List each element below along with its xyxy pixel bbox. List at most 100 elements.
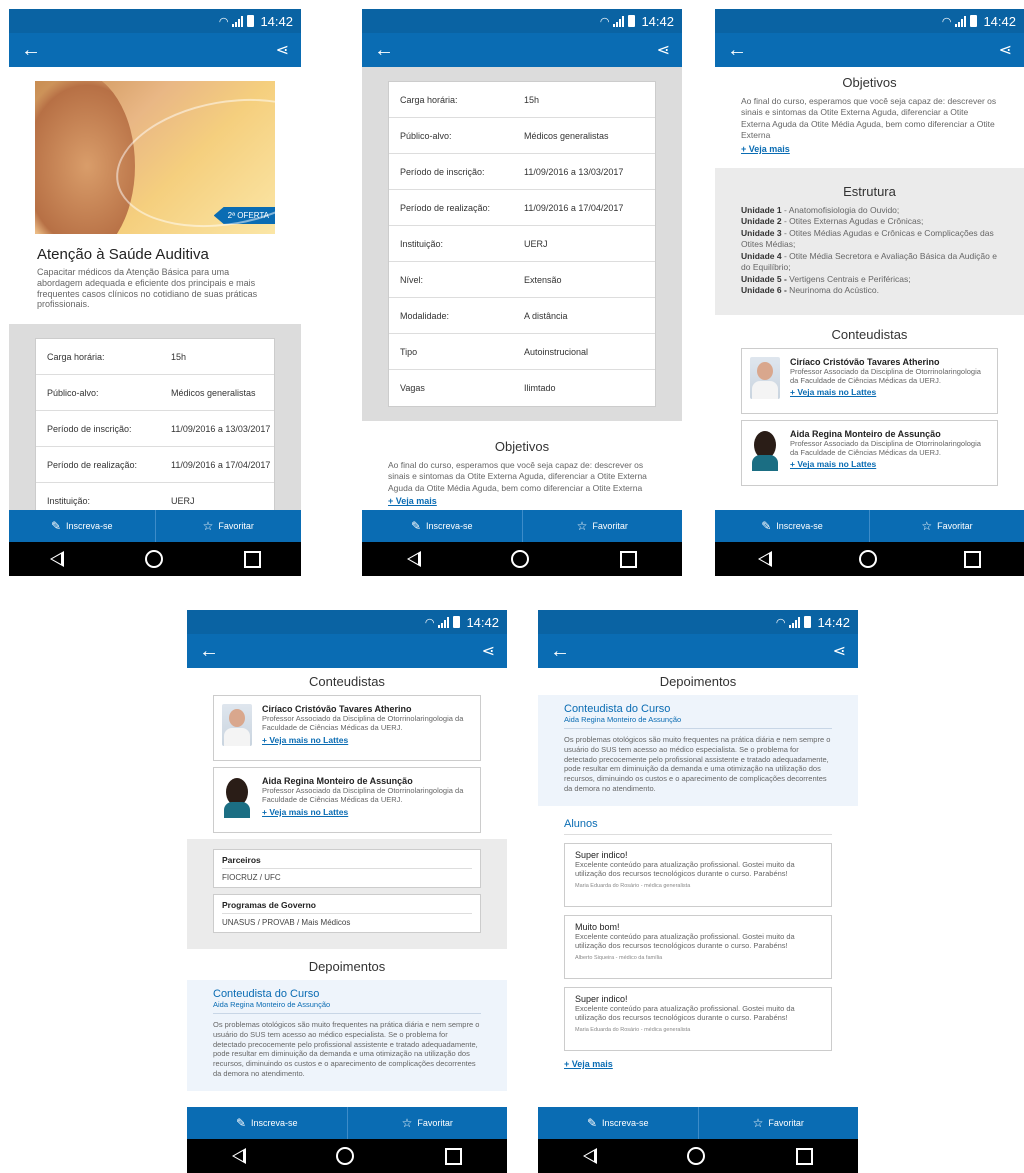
partners-panel: Parceiros FIOCRUZ / UFC Programas de Gov… bbox=[187, 839, 507, 949]
bottom-action-bar: ✎ Inscreva-se ☆ Favoritar bbox=[538, 1107, 858, 1139]
status-time: 14:42 bbox=[641, 13, 674, 29]
objectives-more-link[interactable]: + Veja mais bbox=[741, 144, 998, 154]
back-arrow-icon[interactable]: ← bbox=[374, 39, 394, 62]
detail-value: Autoinstrucional bbox=[524, 346, 589, 357]
nav-home-icon[interactable] bbox=[144, 550, 163, 568]
favorite-button[interactable]: ☆ Favoritar bbox=[699, 1107, 859, 1139]
bottom-action-bar: ✎ Inscreva-se ☆ Favoritar bbox=[362, 510, 682, 542]
screen-course-structure: ◠ 14:42 ← ⋖ Objetivos Ao final do curso,… bbox=[715, 9, 1024, 576]
testimonials-more-link[interactable]: + Veja mais bbox=[564, 1059, 832, 1069]
nav-home-icon[interactable] bbox=[336, 1147, 355, 1165]
detail-label: Instituição: bbox=[400, 238, 444, 249]
unit-item: Unidade 5 - Vertigens Centrais e Perifér… bbox=[741, 274, 998, 285]
detail-value: A distância bbox=[524, 310, 568, 321]
author-lattes-link[interactable]: + Veja mais no Lattes bbox=[262, 735, 472, 745]
favorite-label: Favoritar bbox=[768, 1118, 804, 1128]
nav-back-icon[interactable] bbox=[583, 1148, 598, 1164]
favorite-button[interactable]: ☆ Favoritar bbox=[870, 510, 1024, 542]
back-arrow-icon[interactable]: ← bbox=[21, 39, 41, 62]
android-nav-bar bbox=[362, 542, 682, 576]
nav-back-icon[interactable] bbox=[49, 551, 64, 567]
share-icon[interactable]: ⋖ bbox=[657, 40, 670, 60]
enroll-button[interactable]: ✎ Inscreva-se bbox=[362, 510, 523, 542]
testimonial-author: Maria Eduarda do Rosário - médica genera… bbox=[575, 883, 691, 889]
back-arrow-icon[interactable]: ← bbox=[550, 640, 570, 663]
author-lattes-link[interactable]: + Veja mais no Lattes bbox=[790, 387, 989, 397]
offer-badge: 2ª OFERTA bbox=[213, 207, 275, 224]
screen-course-authors: ◠ 14:42 ← ⋖ Conteudistas Ciríaco Cristóv… bbox=[187, 610, 507, 1173]
detail-row: Período de realização: 11/09/2016 a 17/04… bbox=[36, 447, 274, 484]
nav-home-icon[interactable] bbox=[687, 1147, 706, 1165]
unit-name: Unidade 1 bbox=[741, 204, 782, 215]
nav-recent-icon[interactable] bbox=[795, 1147, 813, 1165]
objectives-text: Ao final do curso, esperamos que você se… bbox=[388, 460, 647, 493]
author-testimonial-title: Conteudista do Curso bbox=[564, 703, 671, 715]
testimonials-title: Depoimentos bbox=[308, 959, 386, 974]
unit-item: Unidade 3 - Otites Médias Agudas e Crôni… bbox=[741, 228, 998, 251]
detail-row: Período de inscrição: 11/09/2016 a 13/03/… bbox=[36, 411, 274, 448]
objectives-text: Ao final do curso, esperamos que você se… bbox=[741, 96, 997, 141]
screen-course-details: ◠ 14:42 ← ⋖ Carga horária: 15h Público-al… bbox=[362, 9, 682, 576]
author-description: Professor Associado da Disciplina de Oto… bbox=[262, 714, 464, 733]
share-icon[interactable]: ⋖ bbox=[482, 641, 495, 661]
star-outline-icon: ☆ bbox=[921, 519, 933, 533]
favorite-button[interactable]: ☆ Favoritar bbox=[156, 510, 302, 542]
favorite-button[interactable]: ☆ Favoritar bbox=[523, 510, 683, 542]
screen-course-testimonials: ◠ 14:42 ← ⋖ Depoimentos Conteudista do C… bbox=[538, 610, 858, 1173]
wifi-icon: ◠ bbox=[599, 15, 610, 28]
share-icon[interactable]: ⋖ bbox=[276, 40, 289, 60]
detail-label: Tipo bbox=[400, 346, 418, 357]
programs-box: Programas de Governo UNASUS / PROVAB / M… bbox=[213, 894, 481, 933]
share-icon[interactable]: ⋖ bbox=[833, 641, 846, 661]
objectives-more-link[interactable]: + Veja mais bbox=[388, 496, 656, 506]
programs-value: UNASUS / PROVAB / Mais Médicos bbox=[222, 918, 351, 927]
enroll-button[interactable]: ✎ Inscreva-se bbox=[538, 1107, 699, 1139]
details-card: Carga horária: 15h Público-alvo: Médicos g… bbox=[388, 81, 656, 407]
unit-text: - Otites Externas Agudas e Crônicas; bbox=[781, 216, 924, 227]
android-nav-bar bbox=[187, 1139, 507, 1173]
author-photo bbox=[750, 356, 780, 399]
partners-label: Parceiros bbox=[222, 855, 472, 869]
testimonials-title: Depoimentos bbox=[659, 674, 737, 689]
edit-form-icon: ✎ bbox=[586, 1116, 598, 1130]
author-lattes-link[interactable]: + Veja mais no Lattes bbox=[262, 807, 472, 817]
author-description: Professor Associado da Disciplina de Oto… bbox=[262, 786, 464, 805]
nav-recent-icon[interactable] bbox=[963, 550, 981, 568]
nav-back-icon[interactable] bbox=[407, 551, 422, 567]
detail-row: Público-alvo: Médicos generalistas bbox=[389, 118, 655, 154]
nav-back-icon[interactable] bbox=[232, 1148, 247, 1164]
author-lattes-link[interactable]: + Veja mais no Lattes bbox=[790, 459, 989, 469]
testimonial-text: Excelente conteúdo para atualização prof… bbox=[575, 931, 795, 951]
enroll-button[interactable]: ✎ Inscreva-se bbox=[187, 1107, 348, 1139]
enroll-button[interactable]: ✎ Inscreva-se bbox=[9, 510, 156, 542]
nav-home-icon[interactable] bbox=[858, 550, 877, 568]
student-testimonial: Super indico! Excelente conteúdo para at… bbox=[564, 842, 832, 907]
star-outline-icon: ☆ bbox=[202, 519, 214, 533]
signal-icon bbox=[232, 15, 244, 27]
nav-back-icon[interactable] bbox=[758, 551, 773, 567]
detail-label: Público-alvo: bbox=[47, 387, 99, 398]
unit-text: Vertigens Centrais e Periféricas; bbox=[786, 273, 911, 284]
detail-label: Nível: bbox=[400, 274, 424, 285]
bottom-action-bar: ✎ Inscreva-se ☆ Favoritar bbox=[9, 510, 301, 542]
share-icon[interactable]: ⋖ bbox=[999, 40, 1012, 60]
edit-form-icon: ✎ bbox=[235, 1116, 247, 1130]
nav-recent-icon[interactable] bbox=[619, 550, 637, 568]
detail-value: 11/09/2016 a 17/04/2017 bbox=[524, 202, 624, 213]
nav-home-icon[interactable] bbox=[511, 550, 530, 568]
detail-label: Instituição: bbox=[47, 495, 91, 506]
screen-content: Depoimentos Conteudista do Curso Aida Re… bbox=[538, 668, 858, 1107]
nav-recent-icon[interactable] bbox=[444, 1147, 462, 1165]
enroll-button[interactable]: ✎ Inscreva-se bbox=[715, 510, 870, 542]
details-panel: Carga horária: 15h Público-alvo: Médicos g… bbox=[362, 67, 682, 421]
detail-row: Período de inscrição: 11/09/2016 a 13/03/… bbox=[389, 154, 655, 190]
edit-form-icon: ✎ bbox=[761, 519, 772, 533]
nav-recent-icon[interactable] bbox=[243, 550, 261, 568]
back-arrow-icon[interactable]: ← bbox=[727, 39, 747, 62]
battery-icon bbox=[453, 616, 461, 628]
detail-row: Público-alvo: Médicos generalistas bbox=[36, 375, 274, 412]
favorite-button[interactable]: ☆ Favoritar bbox=[348, 1107, 508, 1139]
back-arrow-icon[interactable]: ← bbox=[199, 640, 219, 663]
app-bar: ← ⋖ bbox=[538, 634, 858, 668]
author-name: Aida Regina Monteiro de Assunção bbox=[262, 776, 413, 786]
